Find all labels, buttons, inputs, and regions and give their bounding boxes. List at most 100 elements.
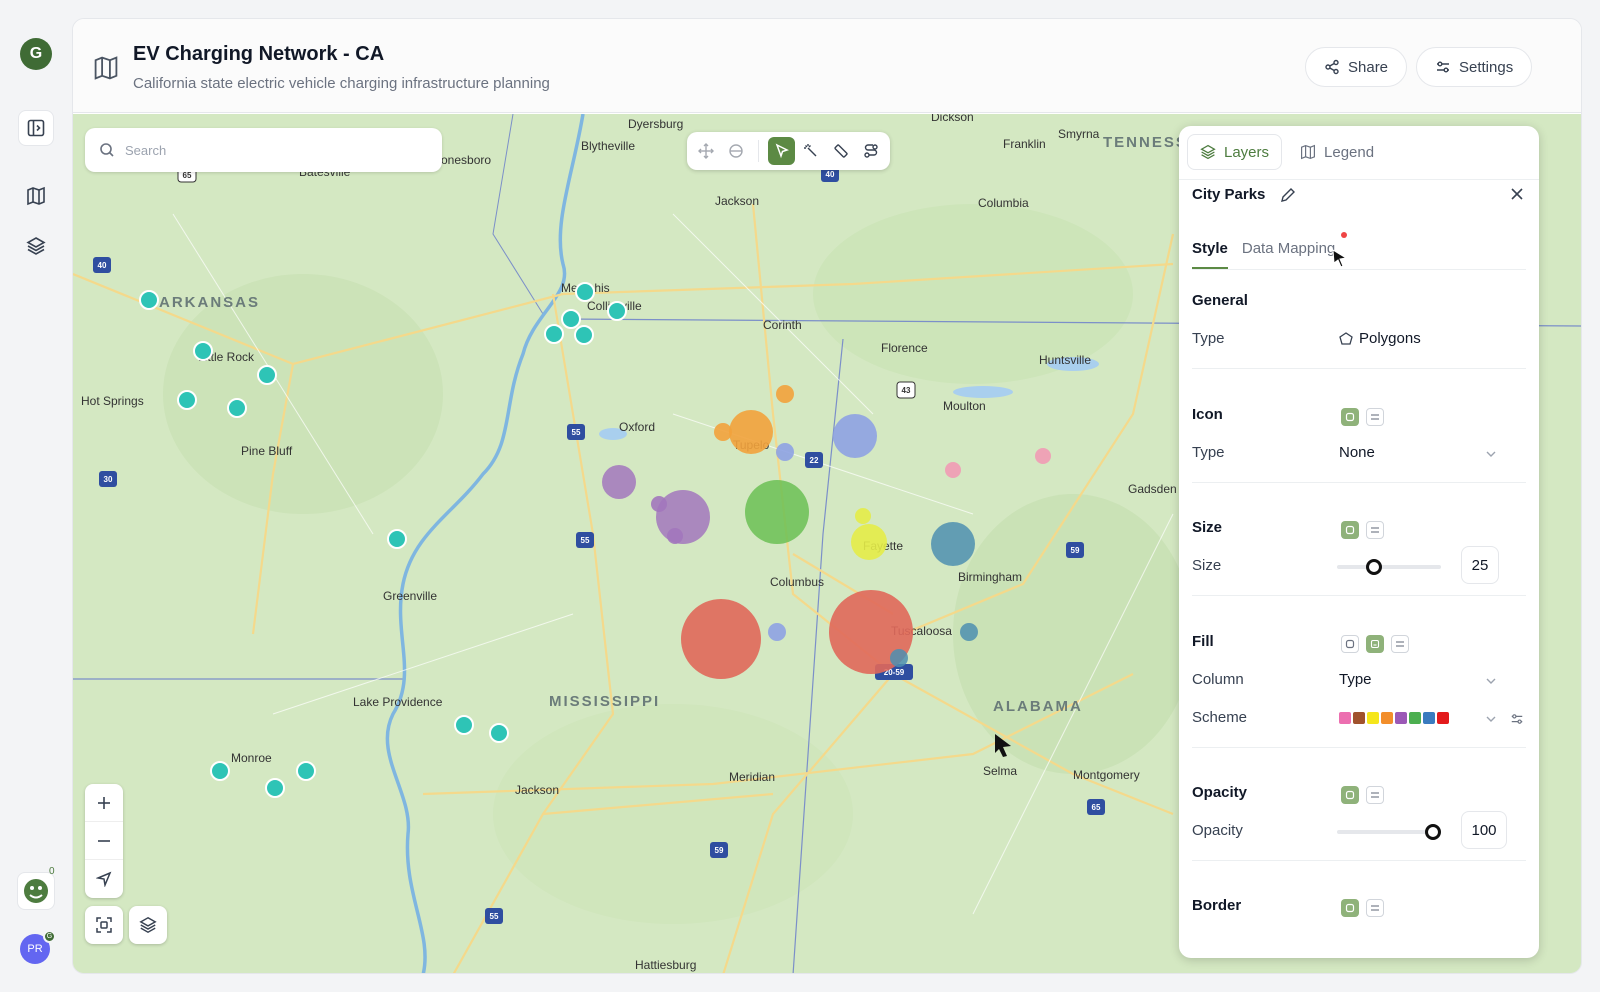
icon-type-select[interactable]: None xyxy=(1339,444,1375,461)
data-marker[interactable] xyxy=(729,410,773,454)
page-title: EV Charging Network - CA xyxy=(133,43,385,65)
highway-shield: 43 xyxy=(896,381,916,399)
border-toggle[interactable] xyxy=(1341,899,1359,917)
pencil-icon[interactable] xyxy=(1279,186,1297,204)
workspace-avatar[interactable] xyxy=(17,872,55,910)
fit-bounds-button[interactable] xyxy=(85,906,123,944)
data-marker[interactable] xyxy=(833,414,877,458)
layers-icon xyxy=(139,916,157,934)
maps-nav-button[interactable] xyxy=(18,178,54,214)
data-marker[interactable] xyxy=(714,423,732,441)
svg-text:65: 65 xyxy=(1092,803,1101,812)
fill-column-label: Column xyxy=(1192,671,1244,688)
opacity-toggle[interactable] xyxy=(1341,786,1359,804)
size-label: Size xyxy=(1192,557,1222,574)
app-logo[interactable]: G xyxy=(20,38,52,70)
sliders-icon[interactable] xyxy=(1510,712,1524,726)
toggle-sidebar-button[interactable] xyxy=(18,110,54,146)
basemap-layers-button[interactable] xyxy=(129,906,167,944)
minus-icon xyxy=(98,839,110,842)
data-marker[interactable] xyxy=(960,623,978,641)
slider-handle[interactable] xyxy=(1365,559,1382,575)
size-swap-button[interactable] xyxy=(1366,521,1384,539)
globe-tool-button[interactable] xyxy=(723,137,750,165)
route-tool-button[interactable] xyxy=(857,137,884,165)
icon-toggle[interactable] xyxy=(1341,408,1359,426)
chevron-down-icon[interactable] xyxy=(1485,713,1497,725)
data-marker[interactable] xyxy=(776,385,794,403)
divider xyxy=(1179,179,1539,180)
data-marker[interactable] xyxy=(667,528,683,544)
data-marker[interactable] xyxy=(945,462,961,478)
scheme-swatch xyxy=(1423,712,1435,724)
data-marker[interactable] xyxy=(1035,448,1051,464)
size-slider[interactable] xyxy=(1337,559,1441,575)
route-icon xyxy=(863,144,878,158)
map-canvas[interactable]: ARKANSAS MISSISSIPPI ALABAMA TENNESS Dye… xyxy=(73,114,1581,973)
city-label: Hot Springs xyxy=(81,394,144,408)
measure-tool-button[interactable] xyxy=(828,137,855,165)
page-subtitle: California state electric vehicle chargi… xyxy=(133,75,550,92)
opacity-swap-button[interactable] xyxy=(1366,786,1384,804)
data-marker[interactable] xyxy=(890,649,908,667)
divider xyxy=(1192,368,1526,369)
subtab-style[interactable]: Style xyxy=(1192,240,1228,270)
sliders-icon xyxy=(1437,61,1449,73)
zoom-out-button[interactable] xyxy=(85,822,123,860)
opacity-number-input[interactable]: 100 xyxy=(1461,811,1507,849)
map-search-box[interactable]: Search xyxy=(85,128,442,172)
magic-select-button[interactable] xyxy=(798,137,825,165)
data-marker[interactable] xyxy=(602,465,636,499)
fill-column-select[interactable]: Type xyxy=(1339,671,1372,688)
swap-icon xyxy=(1371,905,1379,911)
swap-icon xyxy=(1396,641,1404,647)
svg-text:40: 40 xyxy=(826,170,835,179)
share-button[interactable]: Share xyxy=(1305,47,1408,87)
city-label: Huntsville xyxy=(1039,353,1091,367)
move-icon xyxy=(698,143,715,159)
tab-layers[interactable]: Layers xyxy=(1187,134,1283,170)
select-tool-button[interactable] xyxy=(768,137,795,165)
scheme-swatch xyxy=(1381,712,1393,724)
user-badge-icon: G xyxy=(43,930,56,943)
settings-button[interactable]: Settings xyxy=(1416,47,1533,87)
highway-shield: 65 xyxy=(1087,799,1105,815)
city-label: Columbus xyxy=(770,575,824,589)
highway-shield: 55 xyxy=(485,908,503,924)
city-label: Smyrna xyxy=(1058,127,1100,141)
data-marker[interactable] xyxy=(745,480,809,544)
chevron-down-icon[interactable] xyxy=(1485,448,1497,460)
color-scheme-select[interactable] xyxy=(1339,712,1449,724)
opacity-slider[interactable] xyxy=(1337,824,1441,840)
data-marker[interactable] xyxy=(855,508,871,524)
icon-swap-button[interactable] xyxy=(1366,408,1384,426)
map-icon xyxy=(94,56,118,80)
pan-tool-button[interactable] xyxy=(693,137,720,165)
data-marker[interactable] xyxy=(931,522,975,566)
fill-solid-toggle[interactable] xyxy=(1341,635,1359,653)
layers-nav-button[interactable] xyxy=(18,228,54,264)
close-icon[interactable] xyxy=(1509,186,1525,202)
chevron-down-icon[interactable] xyxy=(1485,675,1497,687)
data-marker[interactable] xyxy=(681,599,761,679)
divider xyxy=(1192,269,1526,270)
size-toggle[interactable] xyxy=(1341,521,1359,539)
plus-icon xyxy=(98,796,110,809)
zoom-in-button[interactable] xyxy=(85,784,123,822)
slider-handle[interactable] xyxy=(1425,824,1441,840)
svg-text:30: 30 xyxy=(104,475,113,484)
data-marker[interactable] xyxy=(851,524,887,560)
fill-swap-button[interactable] xyxy=(1391,635,1409,653)
locate-button[interactable] xyxy=(85,860,123,898)
data-marker[interactable] xyxy=(768,623,786,641)
data-marker[interactable] xyxy=(651,496,667,512)
border-swap-button[interactable] xyxy=(1366,899,1384,917)
section-border-heading: Border xyxy=(1192,897,1242,914)
subtab-data-mapping[interactable]: Data Mapping xyxy=(1242,240,1335,270)
size-number-input[interactable]: 25 xyxy=(1461,546,1499,584)
svg-text:59: 59 xyxy=(715,846,724,855)
highway-shield: 22 xyxy=(805,452,823,468)
fill-data-toggle[interactable] xyxy=(1366,635,1384,653)
data-marker[interactable] xyxy=(776,443,794,461)
tab-legend[interactable]: Legend xyxy=(1288,134,1386,170)
